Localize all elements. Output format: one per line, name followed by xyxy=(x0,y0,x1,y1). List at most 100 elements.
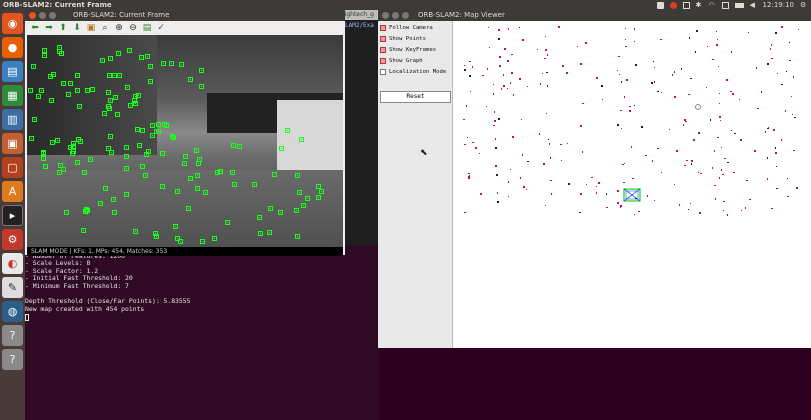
map-point xyxy=(518,26,521,29)
libreoffice-writer-icon[interactable]: ▦ xyxy=(2,85,23,106)
tracked-keypoint xyxy=(198,83,204,89)
map-point xyxy=(499,56,501,58)
synaptic-icon[interactable]: ◐ xyxy=(2,253,23,274)
map-point xyxy=(676,150,678,152)
software-center-icon[interactable]: ▢ xyxy=(2,157,23,178)
launcher: ◉ ● ▤ ▦ ▥ ▣ ▢ A ▸ ⚙ ◐ ✎ ◍ ? ? xyxy=(0,10,25,420)
tracked-keypoint xyxy=(98,200,104,206)
map-point xyxy=(544,204,547,207)
current-frame-titlebar[interactable]: ORB-SLAM2: Current Frame xyxy=(25,10,345,21)
amazon-icon[interactable]: A xyxy=(2,181,23,202)
maximize-icon[interactable] xyxy=(49,12,56,19)
power-icon[interactable]: ⚙ xyxy=(800,1,807,9)
checkbox-box[interactable] xyxy=(380,58,386,64)
tracked-keypoint xyxy=(150,133,156,139)
zoom-out-icon[interactable]: ⊖ xyxy=(127,22,139,34)
close-icon[interactable] xyxy=(29,12,36,19)
background-tab-title[interactable]: lightech_g xyxy=(343,10,378,20)
clock[interactable]: 12:19:10 xyxy=(763,0,794,10)
close-icon[interactable] xyxy=(382,12,389,19)
map-point xyxy=(776,187,778,190)
minimize-icon[interactable] xyxy=(39,12,46,19)
firefox-icon[interactable]: ● xyxy=(2,37,23,58)
settings-icon[interactable]: ⚙ xyxy=(2,229,23,250)
volume-icon[interactable]: ◀ xyxy=(750,1,757,9)
map-viewer-titlebar[interactable]: ORB-SLAM2: Map Viewer xyxy=(378,10,811,21)
show-keyframes-checkbox[interactable]: Show KeyFrames xyxy=(380,45,436,55)
maximize-icon[interactable] xyxy=(402,12,409,19)
map-3d-view[interactable] xyxy=(453,21,811,348)
down-arrow-icon[interactable]: ⬇ xyxy=(71,22,83,34)
text-editor-icon[interactable]: ✎ xyxy=(2,277,23,298)
map-point xyxy=(601,85,603,87)
libreoffice-calc-icon[interactable]: ▥ xyxy=(2,109,23,130)
terminal-output[interactable]: ORB Extractor Parameters:- Number of Fea… xyxy=(25,244,378,420)
map-point xyxy=(558,26,560,28)
camera-frame-view[interactable] xyxy=(27,35,343,247)
localization-mode-checkbox[interactable]: Localization Mode xyxy=(380,67,446,77)
map-point xyxy=(791,113,794,116)
keyboard-icon[interactable] xyxy=(721,1,729,9)
properties-icon[interactable]: ✓ xyxy=(155,22,167,34)
tracked-keypoint xyxy=(99,58,105,64)
zoom-fit-icon[interactable]: ⌕ xyxy=(99,22,111,34)
map-point xyxy=(700,172,702,175)
tracked-keypoint xyxy=(285,128,291,134)
minimize-icon[interactable] xyxy=(392,12,399,19)
follow-camera-checkbox[interactable]: Follow Camera xyxy=(380,23,433,33)
map-point xyxy=(717,136,719,139)
reset-button[interactable]: Reset xyxy=(380,91,451,103)
zoom-in-icon[interactable]: ⊕ xyxy=(113,22,125,34)
checkbox-box[interactable] xyxy=(380,25,386,31)
top-panel: ORB-SLAM2: Current Frame ✱ ◠ ◀ 12:19:10 … xyxy=(0,0,811,10)
bluetooth-icon[interactable]: ✱ xyxy=(696,1,703,9)
map-point xyxy=(498,29,500,31)
map-point xyxy=(687,208,690,211)
checkbox-box[interactable] xyxy=(380,69,386,75)
checkbox-box[interactable] xyxy=(380,36,386,42)
checkbox-label: Show KeyFrames xyxy=(389,47,437,53)
network-icon[interactable] xyxy=(656,1,664,9)
tracked-keypoint xyxy=(38,87,44,93)
map-point xyxy=(684,164,686,167)
tracked-keypoint xyxy=(196,161,202,167)
libreoffice-impress-icon[interactable]: ▣ xyxy=(2,133,23,154)
tracked-keypoint xyxy=(139,55,145,61)
map-point xyxy=(749,198,751,201)
checkbox-box[interactable] xyxy=(380,47,386,53)
system-monitor-icon[interactable]: ◍ xyxy=(2,301,23,322)
show-graph-checkbox[interactable]: Show Graph xyxy=(380,56,423,66)
forward-arrow-icon[interactable]: ➡ xyxy=(43,22,55,34)
tracked-keypoint xyxy=(74,73,80,79)
checkbox-label: Localization Mode xyxy=(389,69,447,75)
map-point xyxy=(580,63,582,65)
show-points-checkbox[interactable]: Show Points xyxy=(380,34,426,44)
save-icon[interactable]: ▤ xyxy=(141,22,153,34)
files-icon[interactable]: ▤ xyxy=(2,61,23,82)
indicator-icon[interactable] xyxy=(669,1,677,9)
map-point xyxy=(766,178,769,180)
background-terminal[interactable]: lightech_g LAM2/Exa xyxy=(343,10,378,245)
terminal-icon[interactable]: ▸ xyxy=(2,205,23,226)
map-point xyxy=(498,118,500,120)
tracked-keypoint xyxy=(156,121,162,127)
help-icon-2[interactable]: ? xyxy=(2,349,23,370)
map-point xyxy=(680,68,683,70)
map-point xyxy=(511,72,513,74)
image-icon[interactable]: ▣ xyxy=(85,22,97,34)
tracked-keypoint xyxy=(65,92,71,98)
back-arrow-icon[interactable]: ⬅ xyxy=(29,22,41,34)
map-point xyxy=(717,65,720,68)
tracked-keypoint xyxy=(268,206,274,212)
mail-icon[interactable] xyxy=(682,1,690,9)
map-point xyxy=(546,54,549,56)
tracked-keypoint xyxy=(124,192,130,198)
tracked-keypoint xyxy=(132,101,138,107)
battery-icon[interactable] xyxy=(734,2,744,8)
wifi-icon[interactable]: ◠ xyxy=(709,1,716,9)
up-arrow-icon[interactable]: ⬆ xyxy=(57,22,69,34)
tracked-keypoint xyxy=(152,231,158,237)
tracked-keypoint xyxy=(211,235,217,241)
help-icon[interactable]: ? xyxy=(2,325,23,346)
ubuntu-dash-icon[interactable]: ◉ xyxy=(2,13,23,34)
